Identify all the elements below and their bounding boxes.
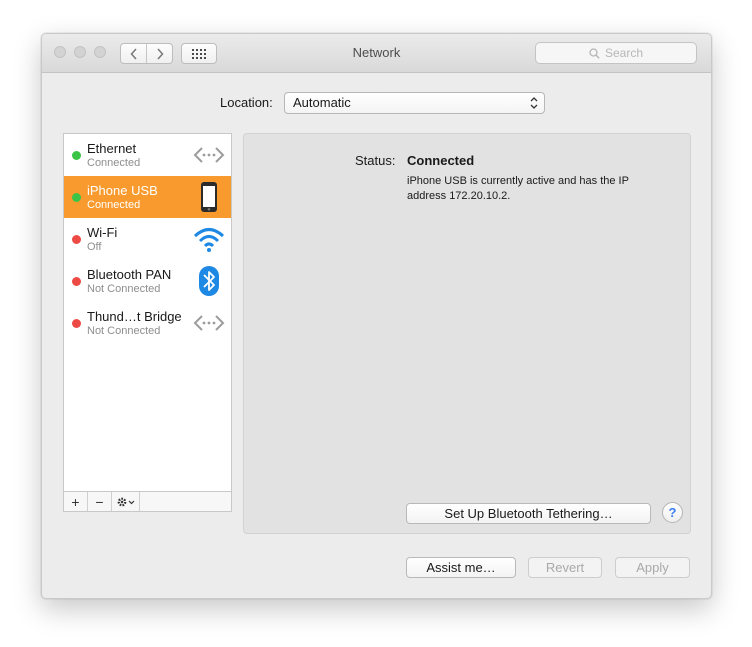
location-label: Location: (220, 95, 273, 110)
service-name: iPhone USB (87, 183, 158, 198)
search-icon (589, 47, 600, 59)
iphone-icon (201, 182, 217, 212)
gear-icon (117, 497, 134, 506)
add-service-button[interactable]: + (64, 492, 88, 511)
ethernet-arrows-icon (193, 315, 225, 331)
service-status: Off (87, 241, 102, 253)
updown-arrows-icon (530, 97, 538, 109)
status-label: Status: (355, 153, 396, 168)
service-item-thunderbolt-bridge[interactable]: Thund…t Bridge Not Connected (64, 302, 231, 344)
service-name: Bluetooth PAN (87, 267, 172, 282)
location-value: Automatic (293, 95, 351, 110)
service-name: Thund…t Bridge (87, 309, 182, 324)
service-item-iphone-usb[interactable]: iPhone USB Connected (64, 176, 231, 218)
service-status: Not Connected (87, 283, 161, 295)
status-value: Connected (407, 153, 475, 168)
status-dot (72, 319, 81, 328)
bluetooth-icon (199, 266, 219, 296)
service-item-bluetooth-pan[interactable]: Bluetooth PAN Not Connected (64, 260, 231, 302)
service-item-wifi[interactable]: Wi-Fi Off (64, 218, 231, 260)
help-button[interactable]: ? (662, 502, 683, 523)
status-dot (72, 193, 81, 202)
service-actions-menu[interactable] (112, 492, 140, 511)
service-name: Ethernet (87, 141, 137, 156)
service-item-ethernet[interactable]: Ethernet Connected (64, 134, 231, 176)
revert-button[interactable]: Revert (528, 557, 602, 578)
setup-bluetooth-tethering-button[interactable]: Set Up Bluetooth Tethering… (406, 503, 651, 524)
status-dot (72, 235, 81, 244)
network-preferences-window: Network Search Location: Automatic Ether… (41, 33, 712, 599)
apply-button[interactable]: Apply (615, 557, 690, 578)
ethernet-arrows-icon (193, 147, 225, 163)
search-field[interactable]: Search (535, 42, 697, 64)
service-name: Wi-Fi (87, 225, 118, 240)
service-list-toolbar: + − (64, 491, 231, 511)
status-dot (72, 151, 81, 160)
search-placeholder: Search (604, 46, 644, 60)
service-list: Ethernet Connected iPhone USB Connected … (63, 133, 232, 512)
service-detail-panel: Status: Connected iPhone USB is currentl… (243, 133, 691, 534)
title-bar: Network Search (42, 34, 711, 73)
status-dot (72, 277, 81, 286)
wifi-icon (193, 228, 225, 252)
service-status: Connected (87, 157, 141, 169)
remove-service-button[interactable]: − (88, 492, 112, 511)
status-description: iPhone USB is currently active and has t… (407, 175, 629, 202)
assist-me-button[interactable]: Assist me… (406, 557, 516, 578)
location-select[interactable]: Automatic (284, 92, 545, 114)
service-status: Not Connected (87, 325, 161, 337)
service-status: Connected (87, 199, 141, 211)
